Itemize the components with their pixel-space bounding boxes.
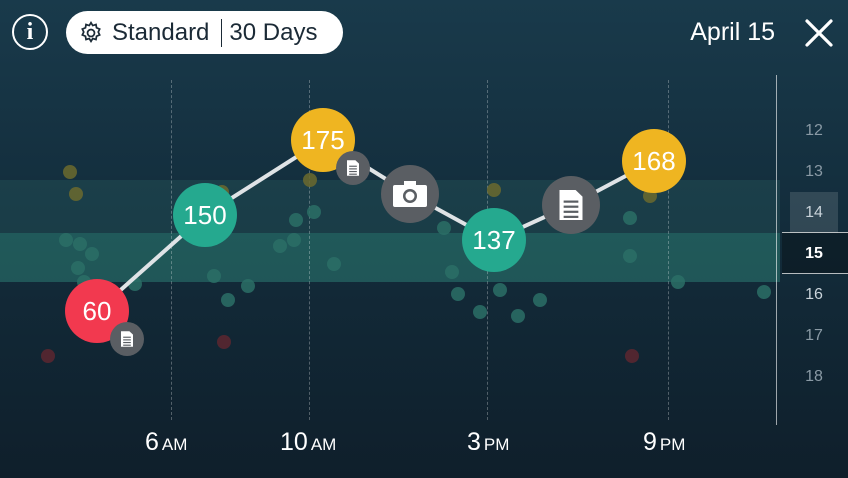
history-dot <box>241 279 255 293</box>
filter-period-label: 30 Days <box>229 18 318 46</box>
reading-marker: 137 <box>462 208 526 272</box>
history-dot <box>307 205 321 219</box>
reading-value: 137 <box>472 225 515 255</box>
reading-marker: 168 <box>622 129 686 193</box>
photo-marker <box>381 165 439 223</box>
history-dot <box>473 305 487 319</box>
note-line <box>123 339 131 341</box>
time-axis-number: 10 <box>280 428 308 456</box>
note-marker <box>542 176 600 234</box>
filter-divider <box>221 18 223 47</box>
day-scale-item[interactable]: 13 <box>790 163 838 181</box>
history-dot <box>445 265 459 279</box>
history-dot <box>487 183 501 197</box>
note-icon <box>559 190 583 220</box>
time-axis-unit: AM <box>310 435 337 454</box>
filter-mode-label: Standard <box>112 18 210 46</box>
info-icon[interactable]: i <box>12 14 48 50</box>
history-dot <box>69 187 83 201</box>
note-line <box>349 165 357 167</box>
history-dot <box>71 261 85 275</box>
history-dot <box>73 237 87 251</box>
history-dot <box>217 335 231 349</box>
note-line <box>349 173 357 175</box>
close-icon[interactable] <box>804 18 834 48</box>
history-dot <box>221 293 235 307</box>
time-axis-unit: PM <box>659 435 686 454</box>
day-scale-item[interactable]: 12 <box>790 122 838 140</box>
time-axis-label: 3 PM <box>467 428 509 457</box>
history-dot <box>625 349 639 363</box>
note-line <box>563 215 579 218</box>
photo-icon-lens-inner <box>405 191 415 201</box>
history-dot <box>511 309 525 323</box>
time-axis-unit: PM <box>483 435 510 454</box>
history-dot <box>623 211 637 225</box>
note-line <box>563 205 579 208</box>
photo-icon-top <box>404 181 416 186</box>
history-dot <box>757 285 771 299</box>
history-dot <box>63 165 77 179</box>
reading-value: 175 <box>301 125 344 155</box>
date-title: April 15 <box>690 18 775 46</box>
info-glyph: i <box>26 18 34 45</box>
filter-selector[interactable]: Standard 30 Days <box>66 11 343 54</box>
time-axis-unit: AM <box>161 435 188 454</box>
day-scale-divider <box>776 75 777 425</box>
history-dot <box>207 269 221 283</box>
day-scale-item[interactable]: 14 <box>790 204 838 222</box>
reading-value: 150 <box>183 200 226 230</box>
history-dot <box>493 283 507 297</box>
note-line <box>349 168 357 170</box>
history-dot <box>327 257 341 271</box>
day-scale-item[interactable]: 16 <box>790 286 838 304</box>
time-axis-number: 3 <box>467 428 481 456</box>
history-dot <box>85 247 99 261</box>
note-line <box>123 336 131 338</box>
history-dot <box>41 349 55 363</box>
note-icon <box>121 331 133 347</box>
day-scale-item-selected[interactable]: 15 <box>790 245 838 263</box>
time-axis-number: 6 <box>145 428 159 456</box>
note-badge <box>336 151 370 185</box>
glucose-chart: 60 150 175 137 168 <box>41 108 771 363</box>
history-dot <box>533 293 547 307</box>
day-scale-item[interactable]: 17 <box>790 327 838 345</box>
note-badge <box>110 322 144 356</box>
time-axis-label: 9 PM <box>643 428 685 457</box>
history-dot <box>273 239 287 253</box>
note-line <box>563 200 579 203</box>
history-dot <box>59 233 73 247</box>
gear-icon <box>81 20 101 43</box>
reading-value: 168 <box>632 146 675 176</box>
note-line <box>123 341 131 344</box>
history-dot <box>437 221 451 235</box>
note-icon <box>347 160 359 176</box>
history-dot <box>287 233 301 247</box>
history-dot <box>671 275 685 289</box>
reading-value: 60 <box>83 296 112 326</box>
time-axis-label: 10 AM <box>280 428 336 457</box>
time-axis-number: 9 <box>643 428 657 456</box>
day-scale-item[interactable]: 18 <box>790 368 838 386</box>
history-dot <box>303 173 317 187</box>
glucose-day-view: 60 150 175 137 168 i Standard 30 Days April … <box>0 0 848 478</box>
history-dot <box>623 249 637 263</box>
time-axis-label: 6 AM <box>145 428 187 457</box>
history-dot <box>451 287 465 301</box>
note-line <box>563 210 579 213</box>
reading-marker: 150 <box>173 183 237 247</box>
history-dot <box>289 213 303 227</box>
note-line <box>349 170 357 173</box>
note-line <box>123 344 131 346</box>
